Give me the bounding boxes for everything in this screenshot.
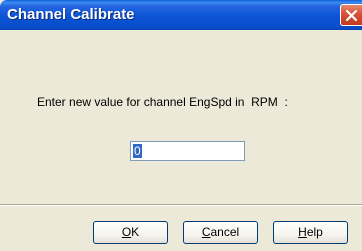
help-label-rest: elp (306, 225, 323, 239)
close-button[interactable] (340, 4, 362, 26)
ok-button[interactable]: OK (93, 221, 168, 244)
dialog-body: Enter new value for channel EngSpd in RP… (0, 30, 362, 251)
ok-label-rest: K (131, 225, 140, 239)
cancel-button[interactable]: Cancel (183, 221, 258, 244)
ok-mnemonic: O (121, 225, 132, 239)
channel-calibrate-dialog: Channel Calibrate Enter new value for ch… (0, 0, 362, 251)
selected-value: 0 (133, 144, 142, 158)
separator (0, 204, 362, 206)
cancel-label-rest: ancel (210, 225, 240, 239)
window-title: Channel Calibrate (7, 6, 135, 23)
new-value-input[interactable] (130, 141, 245, 161)
prompt-label: Enter new value for channel EngSpd in RP… (37, 95, 288, 109)
help-button[interactable]: Help (273, 221, 348, 244)
close-icon (345, 9, 358, 22)
title-bar[interactable]: Channel Calibrate (0, 0, 362, 30)
help-mnemonic: H (298, 225, 307, 239)
